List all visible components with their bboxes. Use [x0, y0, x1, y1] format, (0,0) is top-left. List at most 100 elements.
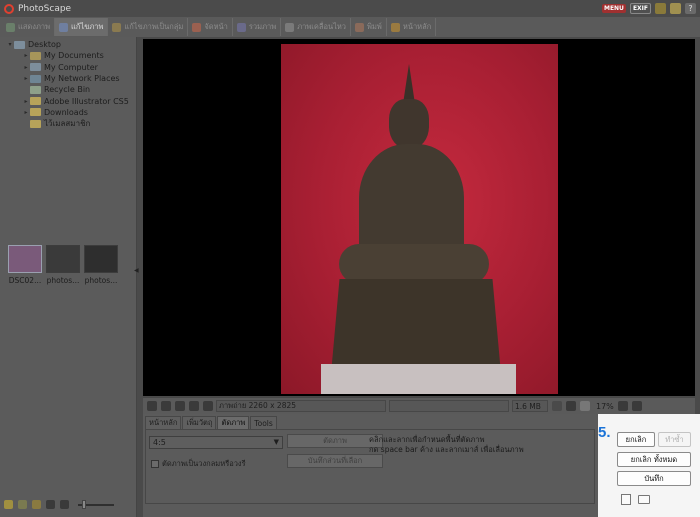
photo-buddha-statue[interactable] — [281, 44, 558, 394]
folder-icon — [30, 119, 41, 128]
crop-ratio-select[interactable]: 4:5 ▼ — [149, 436, 283, 449]
thumbnail-image[interactable] — [8, 245, 42, 273]
tree-item[interactable]: ▸ My Computer — [0, 62, 137, 73]
tab-icon — [112, 22, 122, 32]
statue-base — [331, 279, 501, 374]
expand-arrow-icon[interactable]: ▾ — [6, 41, 14, 48]
undo-all-button[interactable]: ยกเลิก ทั้งหมด — [617, 452, 691, 467]
exif-button[interactable]: EXIF — [629, 3, 651, 14]
calendar-icon[interactable] — [670, 3, 681, 14]
tab-label: รวมภาพ — [248, 22, 277, 31]
folder-icon — [30, 97, 41, 106]
tree-item[interactable]: ▸ My Network Places — [0, 73, 137, 84]
step-number-label: 5. — [598, 424, 611, 441]
tab-label: หน้าหลัก — [402, 22, 432, 31]
crop-options: 4:5 ▼ ตัดภาพ ตัดภาพเป็นวงกลมหรือวงรี บัน… — [145, 429, 595, 504]
redo-button[interactable]: ทำซ้ำ — [658, 432, 691, 447]
tree-item-label: Adobe Illustrator CS5 — [44, 96, 129, 106]
photo-bottom-strip — [321, 364, 516, 394]
hint-line-1: คลิกและลากเพื่อกำหนดพื้นที่ตัดภาพ — [369, 435, 485, 444]
statue-lap — [339, 244, 489, 284]
tree-item-label: Downloads — [44, 107, 88, 117]
info-icon[interactable] — [189, 401, 199, 411]
thumbnail-image[interactable] — [46, 245, 80, 273]
subtab-1[interactable]: เพิ่มวัตถุ — [182, 416, 217, 429]
tree-item-label: My Network Places — [44, 74, 120, 84]
save-button[interactable]: บันทึก — [617, 471, 691, 486]
tab-6[interactable]: พิมพ์ — [351, 18, 387, 36]
tree-item-label: Desktop — [28, 40, 61, 50]
save-selection-button[interactable]: บันทึกส่วนที่เลือก — [287, 454, 383, 468]
chevron-down-icon: ▼ — [273, 438, 279, 446]
flip-icon[interactable] — [175, 401, 185, 411]
desktop-icon — [14, 40, 25, 49]
zoom-out-icon[interactable] — [631, 401, 642, 411]
fit-window-icon[interactable] — [566, 401, 576, 411]
tab-5[interactable]: ภาพเคลื่อนไหว — [281, 18, 352, 36]
expand-arrow-icon[interactable]: ▸ — [22, 64, 30, 71]
back-arrow-icon[interactable] — [46, 500, 55, 509]
subtab-0[interactable]: หน้าหลัก — [145, 416, 182, 429]
new-file-icon[interactable] — [621, 494, 631, 505]
tree-item-label: ไว้เมลสมาชิก — [44, 119, 91, 129]
zoom-in-icon[interactable] — [617, 401, 628, 411]
crop-ratio-value: 4:5 — [153, 438, 166, 447]
settings-icon[interactable] — [203, 401, 213, 411]
tab-4[interactable]: รวมภาพ — [233, 18, 282, 36]
tree-item[interactable]: ▾ Desktop — [0, 39, 137, 50]
forward-arrow-icon[interactable] — [60, 500, 69, 509]
thumbnail-label: DSC02... — [8, 276, 42, 285]
folder-open-icon[interactable] — [655, 3, 666, 14]
tree-item-label: My Documents — [44, 51, 104, 61]
tree-item[interactable]: ▸ My Documents — [0, 50, 137, 61]
tab-label: แก้ไขภาพเป็นกลุ่ม — [124, 22, 184, 31]
network-icon — [30, 74, 41, 83]
menu-button[interactable]: MENU — [601, 4, 626, 13]
thumbnail-label: photos... — [84, 276, 118, 285]
help-icon[interactable]: ? — [685, 3, 696, 14]
expand-arrow-icon[interactable]: ▸ — [22, 98, 30, 105]
thumbnail-size-slider[interactable] — [78, 499, 114, 509]
expand-arrow-icon[interactable]: ▸ — [22, 75, 30, 82]
panel-splitter-icon[interactable]: ◀ — [134, 267, 139, 287]
subtab-2[interactable]: ตัดภาพ — [217, 416, 250, 429]
refresh-icon[interactable] — [18, 500, 27, 509]
circle-crop-label: ตัดภาพเป็นวงกลมหรือวงรี — [162, 459, 246, 468]
thumbnail-image[interactable] — [84, 245, 118, 273]
left-bottom-toolbar — [0, 492, 137, 517]
rotate-right-icon[interactable] — [161, 401, 171, 411]
image-canvas[interactable] — [143, 39, 695, 396]
actual-size-icon[interactable] — [580, 401, 590, 411]
left-panel: ▾ Desktop ▸ My Documents ▸ My Computer ▸ My Net… — [0, 37, 139, 517]
tab-icon — [285, 22, 295, 32]
rotate-left-icon[interactable] — [147, 401, 157, 411]
tab-0[interactable]: แสดงภาพ — [2, 18, 56, 36]
checker-icon[interactable] — [552, 401, 562, 411]
slider-knob[interactable] — [82, 499, 86, 509]
folder-icon[interactable] — [32, 500, 41, 509]
tree-item[interactable]: ไว้เมลสมาชิก — [0, 118, 137, 129]
tab-label: แก้ไขภาพ — [71, 22, 104, 31]
subtab-3[interactable]: Tools — [250, 416, 277, 429]
tab-7[interactable]: หน้าหลัก — [387, 18, 437, 36]
circle-crop-checkbox[interactable]: ตัดภาพเป็นวงกลมหรือวงรี — [151, 458, 246, 470]
action-buttons-area: 5. ยกเลิก ทำซ้ำ ยกเลิก ทั้งหมด บันทึก — [598, 414, 700, 517]
tab-2[interactable]: แก้ไขภาพเป็นกลุ่ม — [108, 18, 189, 36]
folder-icon — [30, 108, 41, 117]
tab-icon — [390, 22, 400, 32]
print-icon[interactable] — [638, 495, 650, 504]
expand-arrow-icon[interactable]: ▸ — [22, 52, 30, 59]
edit-subtabs: หน้าหลัก เพิ่มวัตถุ ตัดภาพ Tools — [145, 416, 278, 429]
top-toolbar: MENU EXIF ? — [601, 3, 696, 14]
checkbox-box[interactable] — [151, 460, 159, 468]
file-size-field: 1.6 MB — [512, 400, 548, 412]
thumbnail-label: photos... — [46, 276, 80, 285]
star-icon[interactable] — [4, 500, 13, 509]
expand-arrow-icon[interactable]: ▸ — [22, 109, 30, 116]
tab-1[interactable]: แก้ไขภาพ — [55, 18, 109, 36]
status-bar: ภาพถ่าย 2260 x 2825 1.6 MB 17% — [143, 397, 695, 414]
tab-3[interactable]: จัดหน้า — [188, 18, 233, 36]
undo-button[interactable]: ยกเลิก — [617, 432, 655, 447]
tree-item[interactable]: ▸ Adobe Illustrator CS5 — [0, 95, 137, 106]
tree-item[interactable]: Recycle Bin — [0, 84, 137, 95]
